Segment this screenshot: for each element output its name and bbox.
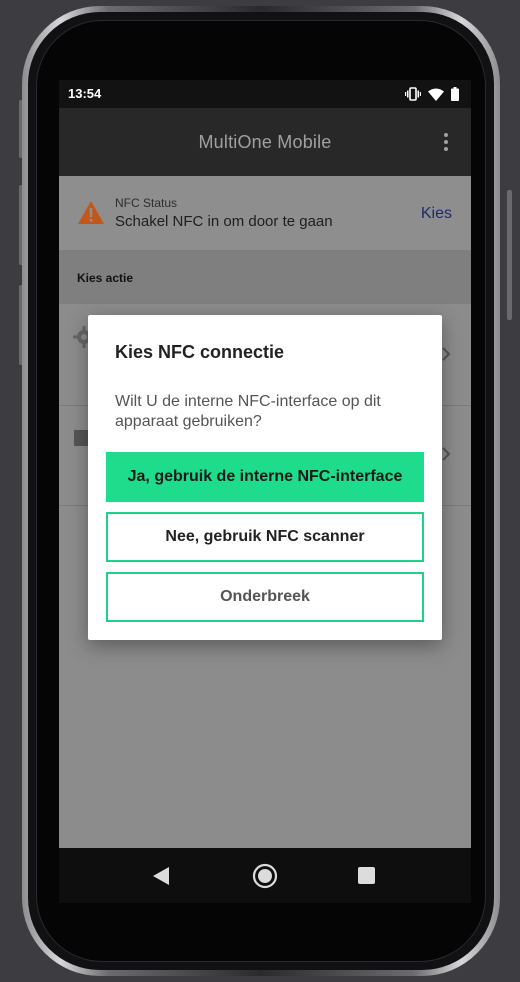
vibrate-icon: [405, 87, 421, 101]
section-header: Kies actie: [59, 250, 471, 304]
section-header-label: Kies actie: [77, 271, 134, 285]
app-title: MultiOne Mobile: [198, 132, 332, 152]
nfc-status-bar: NFC Status Schakel NFC in om door te gaa…: [59, 176, 471, 250]
recents-icon[interactable]: [358, 867, 375, 884]
nfc-status-message: Schakel NFC in om door te gaan: [115, 213, 333, 230]
chevron-right-icon: [442, 447, 451, 461]
back-icon[interactable]: [153, 867, 169, 885]
use-nfc-scanner-button[interactable]: Nee, gebruik NFC scanner: [106, 512, 424, 562]
app-bar: MultiOne Mobile: [59, 108, 471, 176]
dialog-message: Wilt U de interne NFC-interface op dit a…: [115, 393, 381, 430]
chevron-right-icon: [442, 347, 451, 361]
wifi-icon: [428, 88, 444, 101]
battery-icon: [451, 87, 459, 101]
kies-link[interactable]: Kies: [421, 205, 452, 223]
status-time: 13:54: [68, 86, 102, 101]
dialog-title: Kies NFC connectie: [115, 342, 285, 362]
nfc-status-label: NFC Status: [115, 196, 178, 210]
use-internal-nfc-button[interactable]: Ja, gebruik de interne NFC-interface: [106, 452, 424, 502]
nav-bar: [59, 848, 471, 903]
status-bar: 13:54: [59, 80, 471, 108]
more-vert-icon[interactable]: [443, 132, 449, 152]
home-icon[interactable]: [252, 863, 278, 889]
warning-icon: [78, 201, 104, 224]
nfc-connection-dialog: Kies NFC connectie Wilt U de interne NFC…: [88, 315, 442, 640]
power-button: [507, 190, 512, 320]
status-icons: [405, 86, 459, 102]
cancel-button[interactable]: Onderbreek: [106, 572, 424, 622]
